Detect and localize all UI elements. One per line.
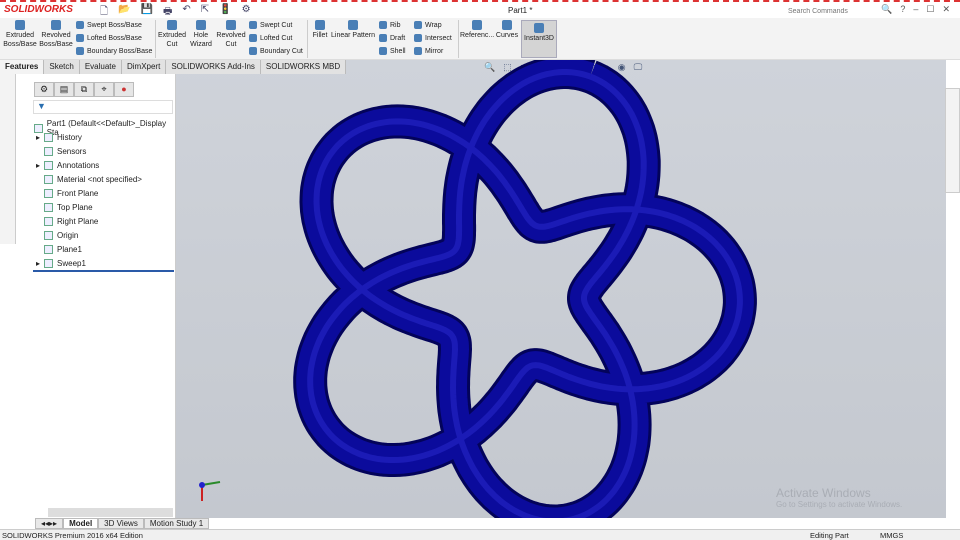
tab-dimxpert[interactable]: DimXpert [121,60,167,74]
task-pane-tabs[interactable] [945,88,960,193]
status-bar: SOLIDWORKS Premium 2016 x64 Edition Edit… [0,529,960,540]
tab-evaluate[interactable]: Evaluate [79,60,122,74]
triad-icon [199,481,221,501]
left-toolbar[interactable] [0,74,16,244]
fillet-button[interactable]: Fillet [310,18,330,40]
help-button[interactable]: ? [900,4,905,15]
units-selector[interactable]: MMGS [880,531,903,540]
dimxpert-manager-tab[interactable]: ⌖ [94,82,114,97]
maximize-button[interactable]: ☐ [926,4,934,15]
tree-item-material[interactable]: Material <not specified> [44,175,142,184]
graphics-area[interactable]: 🔍 ⬚ ↺ ▣ ◧ ◨ 👁 ◕ ◉ 🖵 Activate Windows Go to Setting… [176,60,946,518]
rollback-bar[interactable] [33,270,174,272]
tab-motion-study[interactable]: Motion Study 1 [143,518,210,529]
editing-status: Editing Part [810,531,849,540]
instant3d-button[interactable]: Instant3D [521,20,557,58]
search-commands-input[interactable] [788,5,876,17]
feature-manager-tab[interactable]: ⚙ [34,82,54,97]
curves-button[interactable]: Curves [495,18,519,40]
command-manager: Extruded Boss/Base Revolved Boss/Base Sw… [0,18,960,60]
boundary-boss-button[interactable]: Boundary Boss/Base [76,47,152,55]
activate-windows-watermark: Activate Windows Go to Settings to activa… [776,486,903,509]
tree-item-annotations[interactable]: ▸ Annotations [36,161,99,170]
configuration-manager-tab[interactable]: ⧉ [74,82,94,97]
tree-item-right-plane[interactable]: Right Plane [44,217,98,226]
tab-model[interactable]: Model [63,518,99,529]
revolved-boss-button[interactable]: Revolved Boss/Base [39,18,73,49]
lofted-boss-button[interactable]: Lofted Boss/Base [76,34,142,42]
tab-3d-views[interactable]: 3D Views [98,518,144,529]
close-button[interactable]: ✕ [942,4,950,15]
tree-item-sweep1[interactable]: ▸ Sweep1 [36,259,86,268]
nav-arrows[interactable]: ◂◂▸▸ [35,518,64,529]
boundary-cut-button[interactable]: Boundary Cut [249,47,303,55]
draft-button[interactable]: Draft [379,34,405,42]
edition-label: SOLIDWORKS Premium 2016 x64 Edition [2,531,143,540]
display-manager-tab[interactable]: ● [114,82,134,97]
extruded-cut-button[interactable]: Extruded Cut [157,18,187,49]
tree-item-plane1[interactable]: Plane1 [44,245,82,254]
revolved-cut-button[interactable]: Revolved Cut [216,18,246,49]
swept-cut-button[interactable]: Swept Cut [249,21,292,29]
feature-manager-panel: ⚙ ▤ ⧉ ⌖ ● ▼ Part1 (Default<<Default>_Dis… [16,74,176,519]
lofted-cut-button[interactable]: Lofted Cut [249,34,292,42]
tab-features[interactable]: Features [0,60,45,74]
shell-button[interactable]: Shell [379,47,406,55]
property-manager-tab[interactable]: ▤ [54,82,74,97]
solidworks-logo: SOLIDWORKS [4,4,73,15]
linear-pattern-button[interactable]: Linear Pattern [331,18,375,40]
command-tabs: Features Sketch Evaluate DimXpert SOLIDW… [0,60,347,74]
hole-wizard-button[interactable]: Hole Wizard [188,18,214,49]
search-icon[interactable]: 🔍 [881,4,892,15]
wrap-button[interactable]: Wrap [414,21,442,29]
rib-button[interactable]: Rib [379,21,401,29]
swept-boss-button[interactable]: Swept Boss/Base [76,21,142,29]
tab-sketch[interactable]: Sketch [44,60,80,74]
mirror-button[interactable]: Mirror [414,47,443,55]
tab-addins[interactable]: SOLIDWORKS Add-Ins [166,60,261,74]
intersect-button[interactable]: Intersect [414,34,452,42]
bottom-tabs: ◂◂▸▸ Model 3D Views Motion Study 1 [0,518,960,529]
title-bar: SOLIDWORKS 🗋📂💾🖶↶⇱🚦⚙ Part1 * 🔍?–☐✕ [0,0,960,18]
tree-item-origin[interactable]: Origin [44,231,78,240]
extruded-boss-button[interactable]: Extruded Boss/Base [3,18,37,49]
filter-icon[interactable]: ▼ [33,100,173,114]
minimize-button[interactable]: – [913,4,918,15]
document-title: Part1 * [508,6,533,15]
reference-geometry-button[interactable]: Referenc... [460,18,494,40]
tree-item-top-plane[interactable]: Top Plane [44,203,93,212]
tree-item-history[interactable]: ▸ History [36,133,82,142]
horizontal-scrollbar[interactable] [48,508,173,517]
tab-mbd[interactable]: SOLIDWORKS MBD [260,60,347,74]
model-view [199,60,757,518]
tree-item-front-plane[interactable]: Front Plane [44,189,98,198]
tree-item-sensors[interactable]: Sensors [44,147,86,156]
